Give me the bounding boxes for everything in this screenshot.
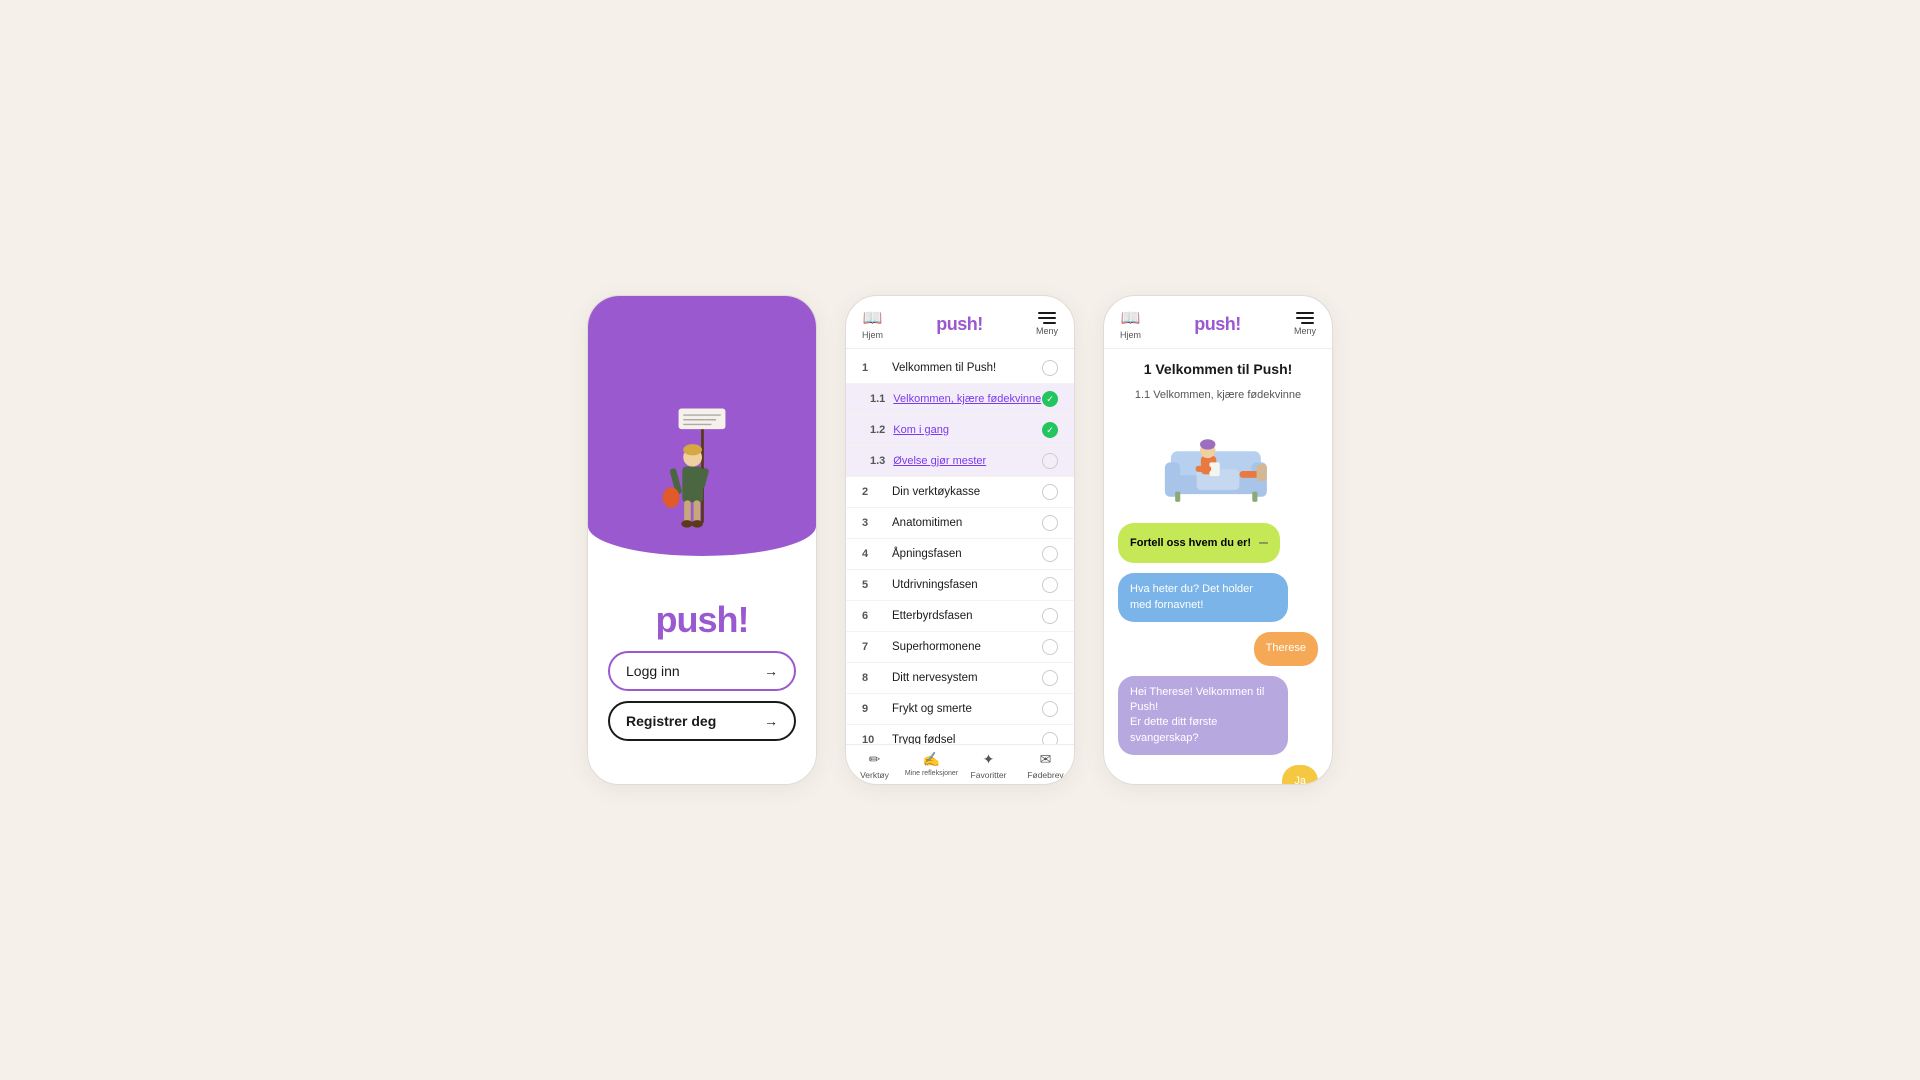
check-empty-icon — [1042, 515, 1058, 531]
app-logo-chat: push! — [1194, 314, 1241, 335]
nav-reflections[interactable]: ✍ Mine refleksjoner — [903, 751, 960, 780]
bubble-user-yes: Ja — [1282, 765, 1318, 784]
reflections-icon: ✍ — [923, 751, 940, 768]
chat-chapter-subtitle: 1.1 Velkommen, kjære fødekvinne — [1118, 389, 1318, 401]
bubble-user-name: Therese — [1254, 632, 1318, 665]
toc-item-6[interactable]: 6 Etterbyrdsfasen — [846, 601, 1074, 632]
app-logo-large: push! — [656, 599, 749, 641]
bubble-intro: Fortell oss hvem du er! – — [1118, 523, 1280, 563]
couch-illustration — [1118, 417, 1318, 507]
check-empty-icon — [1042, 360, 1058, 376]
hero-illustration — [657, 401, 747, 556]
menu-icon-chat[interactable] — [1296, 312, 1314, 324]
register-button[interactable]: Registrer deg → — [608, 701, 796, 741]
toc-item-1-2[interactable]: 1.2 Kom i gang ✓ — [846, 415, 1074, 446]
toc-item-2[interactable]: 2 Din verktøykasse — [846, 477, 1074, 508]
toc-item-9[interactable]: 9 Frykt og smerte — [846, 694, 1074, 725]
toc-item-1-1[interactable]: 1.1 Velkommen, kjære fødekvinne ✓ — [846, 384, 1074, 415]
app-logo-toc: push! — [936, 314, 983, 335]
toc-item-1[interactable]: 1 Velkommen til Push! — [846, 353, 1074, 384]
check-empty-icon — [1042, 732, 1058, 744]
login-form: push! Logg inn → Registrer deg → — [588, 556, 816, 784]
menu-icon[interactable] — [1038, 312, 1056, 324]
favorites-icon: ✦ — [983, 751, 995, 768]
check-empty-icon — [1042, 639, 1058, 655]
toc-item-5[interactable]: 5 Utdrivningsfasen — [846, 570, 1074, 601]
chat-header: 📖 Hjem push! Meny — [1104, 296, 1332, 349]
chat-chapter-title: 1 Velkommen til Push! — [1118, 361, 1318, 377]
screen-chat: 📖 Hjem push! Meny 1 Velkommen til Push! … — [1103, 295, 1333, 785]
book-icon-chat: 📖 — [1121, 308, 1141, 328]
nav-fodebrev[interactable]: ✉ Fødebrev — [1017, 751, 1074, 780]
fodebrev-icon: ✉ — [1040, 751, 1052, 768]
login-hero — [588, 296, 816, 556]
nav-favorites[interactable]: ✦ Favoritter — [960, 751, 1017, 780]
home-nav-chat[interactable]: 📖 Hjem — [1120, 308, 1141, 340]
verktoy-icon: ✏ — [869, 751, 881, 768]
toc-item-7[interactable]: 7 Superhormonene — [846, 632, 1074, 663]
check-empty-icon — [1042, 577, 1058, 593]
toc-item-3[interactable]: 3 Anatomitimen — [846, 508, 1074, 539]
menu-nav-chat[interactable]: Meny — [1294, 312, 1316, 336]
check-empty-icon — [1042, 701, 1058, 717]
minus-icon: – — [1259, 532, 1268, 554]
check-done-icon: ✓ — [1042, 391, 1058, 407]
toc-list: 1 Velkommen til Push! 1.1 Velkommen, kjæ… — [846, 349, 1074, 744]
check-empty-icon — [1042, 670, 1058, 686]
screen-login: push! Logg inn → Registrer deg → — [587, 295, 817, 785]
toc-item-4[interactable]: 4 Åpningsfasen — [846, 539, 1074, 570]
check-done-icon: ✓ — [1042, 422, 1058, 438]
book-icon: 📖 — [863, 308, 883, 328]
screen-toc: 📖 Hjem push! Meny 1 Velkommen til Push! — [845, 295, 1075, 785]
toc-item-1-3[interactable]: 1.3 Øvelse gjør mester — [846, 446, 1074, 477]
check-empty-icon — [1042, 608, 1058, 624]
toc-item-8[interactable]: 8 Ditt nervesystem — [846, 663, 1074, 694]
screens-container: push! Logg inn → Registrer deg → 📖 Hjem … — [587, 295, 1333, 785]
menu-nav[interactable]: Meny — [1036, 312, 1058, 336]
check-empty-icon — [1042, 546, 1058, 562]
login-button[interactable]: Logg inn → — [608, 651, 796, 691]
home-nav[interactable]: 📖 Hjem — [862, 308, 883, 340]
bubble-welcome: Hei Therese! Velkommen til Push! Er dett… — [1118, 676, 1288, 756]
bottom-navigation: ✏ Verktøy ✍ Mine refleksjoner ✦ Favoritt… — [846, 744, 1074, 784]
bubble-question: Hva heter du? Det holder med fornavnet! — [1118, 573, 1288, 622]
nav-verktoy[interactable]: ✏ Verktøy — [846, 751, 903, 780]
check-empty-icon — [1042, 484, 1058, 500]
toc-header: 📖 Hjem push! Meny — [846, 296, 1074, 349]
toc-item-10[interactable]: 10 Trygg fødsel — [846, 725, 1074, 744]
chat-content: 1 Velkommen til Push! 1.1 Velkommen, kjæ… — [1104, 349, 1332, 784]
check-empty-icon — [1042, 453, 1058, 469]
